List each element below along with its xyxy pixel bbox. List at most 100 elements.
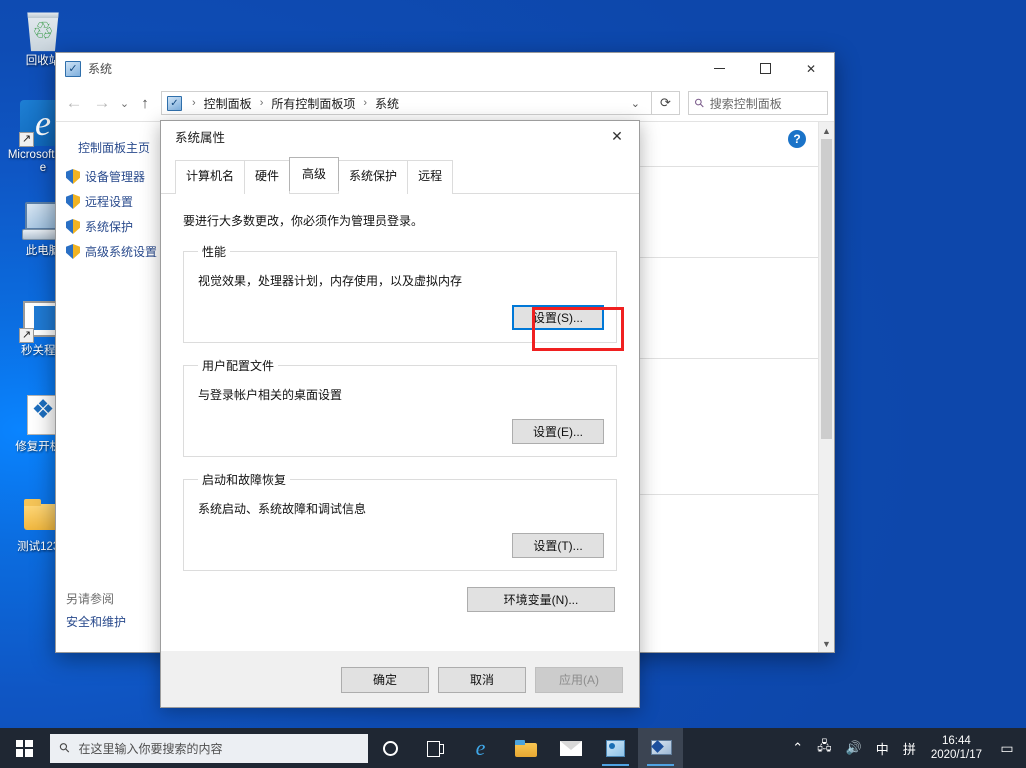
ime-pinyin-indicator[interactable]: 拼 (896, 728, 923, 768)
clock[interactable]: 16:44 2020/1/17 (923, 728, 992, 768)
group-description: 视觉效果，处理器计划，内存使用，以及虚拟内存 (196, 270, 604, 289)
scroll-down-icon[interactable]: ▼ (819, 635, 834, 652)
breadcrumb-item-all-items[interactable]: 所有控制面板项 (269, 94, 357, 113)
file-explorer-button[interactable] (503, 728, 548, 768)
sidebar-item-home[interactable]: 控制面板主页 (56, 136, 172, 164)
tab-system-protection[interactable]: 系统保护 (338, 160, 408, 194)
back-arrow-icon: ← (66, 93, 83, 113)
group-button-row: 设置(S)... (196, 305, 604, 330)
forward-button[interactable]: → (88, 89, 116, 117)
cortana-button[interactable] (368, 728, 413, 768)
up-arrow-icon: ↑ (141, 95, 149, 112)
tab-advanced[interactable]: 高级 (289, 157, 339, 191)
maximize-button[interactable] (742, 53, 788, 84)
recent-locations-button[interactable]: ⌄ (116, 89, 133, 117)
vertical-scrollbar[interactable]: ▲ ▼ (818, 122, 834, 652)
cancel-button[interactable]: 取消 (438, 667, 526, 693)
minimize-button[interactable] (696, 53, 742, 84)
system-icon (167, 96, 182, 111)
see-also-section: 另请参阅 安全和维护 (56, 587, 173, 630)
tab-panel-advanced: 要进行大多数更改，你必须作为管理员登录。 性能 视觉效果，处理器计划，内存使用，… (161, 193, 639, 651)
dialog-close-button[interactable]: ✕ (595, 122, 639, 151)
breadcrumb-item-control-panel[interactable]: 控制面板 (202, 94, 254, 113)
apply-button: 应用(A) (535, 667, 623, 693)
help-icon[interactable]: ? (788, 130, 806, 148)
window-title: 系统 (88, 60, 112, 77)
tab-remote[interactable]: 远程 (407, 160, 453, 194)
sidebar-item-advanced-system-settings[interactable]: 高级系统设置 (56, 239, 172, 264)
shield-icon (66, 194, 80, 209)
scrollbar-thumb[interactable] (821, 139, 832, 439)
breadcrumb[interactable]: › 控制面板 › 所有控制面板项 › 系统 ⌄ (161, 91, 652, 115)
system-icon (65, 61, 81, 77)
clock-date: 2020/1/17 (931, 748, 982, 762)
group-performance: 性能 视觉效果，处理器计划，内存使用，以及虚拟内存 设置(S)... (183, 243, 617, 343)
clock-time: 16:44 (942, 734, 971, 748)
sidebar-item-label: 远程设置 (85, 195, 133, 209)
close-button[interactable]: ✕ (788, 53, 834, 84)
system-window-button[interactable] (638, 728, 683, 768)
minimize-icon (714, 68, 725, 69)
dialog-title: 系统属性 (175, 127, 225, 146)
close-icon: ✕ (611, 128, 623, 145)
tray-network-button[interactable]: 🖧 (810, 728, 839, 768)
tray-overflow-button[interactable]: ⌃ (785, 728, 810, 768)
tray-volume-button[interactable]: 🔊 (839, 728, 869, 768)
shield-icon (66, 169, 80, 184)
sidebar-item-label: 设备管理器 (85, 170, 145, 184)
ime-mode-indicator[interactable]: 中 (869, 728, 896, 768)
refresh-button[interactable]: ⟳ (652, 91, 680, 115)
edge-taskbar-button[interactable]: e (458, 728, 503, 768)
dialog-tabs: 计算机名 硬件 高级 系统保护 远程 (161, 151, 639, 193)
group-button-row: 设置(T)... (196, 533, 604, 558)
forward-arrow-icon: → (94, 93, 111, 113)
startup-recovery-settings-button[interactable]: 设置(T)... (512, 533, 604, 558)
up-button[interactable]: ↑ (133, 89, 157, 117)
start-button[interactable] (0, 728, 48, 768)
sidebar-item-remote-settings[interactable]: 远程设置 (56, 189, 172, 214)
performance-settings-button[interactable]: 设置(S)... (512, 305, 604, 330)
mail-button[interactable] (548, 728, 593, 768)
task-view-icon (427, 741, 444, 755)
environment-variables-row: 环境变量(N)... (183, 587, 617, 612)
taskbar: ⚲ 在这里输入你要搜索的内容 e ⌃ 🖧 🔊 中 拼 (0, 728, 1026, 768)
shortcut-arrow-icon (19, 132, 34, 147)
chevron-up-icon: ⌃ (792, 740, 803, 756)
search-placeholder: 搜索控制面板 (710, 95, 782, 112)
back-button[interactable]: ← (60, 89, 88, 117)
breadcrumb-dropdown-icon[interactable]: ⌄ (627, 97, 647, 110)
tab-hardware[interactable]: 硬件 (244, 160, 290, 194)
system-icon (650, 739, 672, 758)
group-legend: 启动和故障恢复 (198, 471, 290, 488)
sidebar-item-system-protection[interactable]: 系统保护 (56, 214, 172, 239)
breadcrumb-separator-icon: › (186, 97, 202, 109)
control-panel-titlebar[interactable]: 系统 ✕ (56, 53, 834, 85)
see-also-link-security-maintenance[interactable]: 安全和维护 (66, 613, 173, 630)
ok-button[interactable]: 确定 (341, 667, 429, 693)
system-properties-dialog: 系统属性 ✕ 计算机名 硬件 高级 系统保护 远程 要进行大多数更改，你必须作为… (160, 120, 640, 708)
group-user-profiles: 用户配置文件 与登录帐户相关的桌面设置 设置(E)... (183, 357, 617, 457)
dialog-titlebar[interactable]: 系统属性 ✕ (161, 121, 639, 151)
user-profiles-settings-button[interactable]: 设置(E)... (512, 419, 604, 444)
action-center-icon: ▭ (1000, 740, 1013, 757)
control-panel-navbar: ← → ⌄ ↑ › 控制面板 › 所有控制面板项 › 系统 ⌄ ⟳ ⚲ 搜索控制… (56, 85, 834, 121)
sidebar-item-label: 系统保护 (85, 220, 133, 234)
breadcrumb-item-system[interactable]: 系统 (373, 94, 401, 113)
store-icon (606, 740, 625, 757)
breadcrumb-separator-icon: › (254, 97, 270, 109)
sidebar-item-label: 高级系统设置 (85, 245, 157, 259)
search-input[interactable]: ⚲ 搜索控制面板 (688, 91, 828, 115)
refresh-icon: ⟳ (660, 95, 671, 111)
shield-icon (66, 244, 80, 259)
folder-icon (515, 740, 537, 757)
environment-variables-button[interactable]: 环境变量(N)... (467, 587, 615, 612)
tab-computer-name[interactable]: 计算机名 (175, 160, 245, 194)
sidebar-item-device-manager[interactable]: 设备管理器 (56, 164, 172, 189)
action-center-button[interactable]: ▭ (992, 728, 1022, 768)
store-button[interactable] (593, 728, 638, 768)
task-view-button[interactable] (413, 728, 458, 768)
group-legend: 性能 (198, 243, 230, 260)
taskbar-search-box[interactable]: ⚲ 在这里输入你要搜索的内容 (50, 734, 368, 763)
scroll-up-icon[interactable]: ▲ (819, 122, 834, 139)
mail-icon (560, 741, 582, 756)
